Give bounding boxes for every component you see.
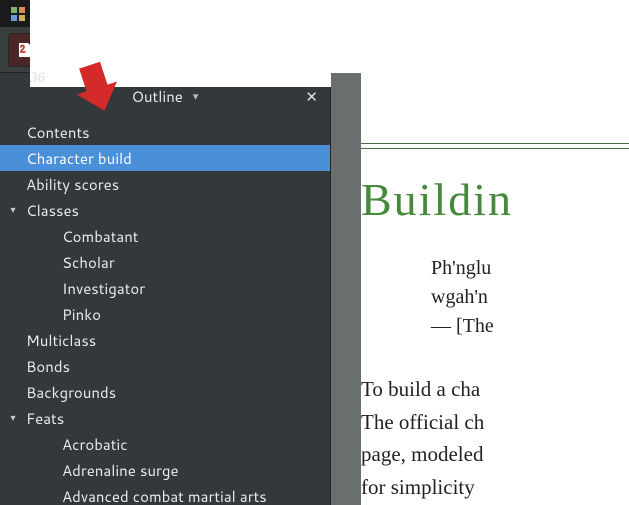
outline-item[interactable]: Acrobatic36 xyxy=(0,431,330,457)
outline-item[interactable]: Ability scores16 xyxy=(0,171,330,197)
side-panel: Outline ▾ ✕ Contents4Character build13Ab… xyxy=(0,73,331,505)
outline-item-label: Adrenaline surge xyxy=(40,460,318,481)
document-view[interactable]: Buildin Ph'nglu wgah'n — [The To build a… xyxy=(331,73,629,505)
outline-item[interactable]: Combatant18 xyxy=(0,223,330,249)
outline-item-label: Scholar xyxy=(40,252,318,273)
chevron-down-icon[interactable]: ▾ xyxy=(193,88,199,104)
outline-item-label: Character build xyxy=(22,148,318,169)
outline-item[interactable]: ▾Classes18 xyxy=(0,197,330,223)
outline-item[interactable]: Pinko24 xyxy=(0,301,330,327)
outline-item[interactable]: Backgrounds31 xyxy=(0,379,330,405)
outline-item-label: Investigator xyxy=(40,278,318,299)
collapse-icon[interactable]: ▾ xyxy=(4,411,22,425)
heading-rule xyxy=(361,148,629,149)
page-heading: Buildin xyxy=(361,173,629,226)
heading-rule xyxy=(361,143,629,144)
outline-item[interactable]: Character build13 xyxy=(0,145,330,171)
collapse-icon[interactable]: ▾ xyxy=(4,203,22,217)
outline-tree: Contents4Character build13Ability scores… xyxy=(0,119,330,505)
outline-item[interactable]: Scholar20 xyxy=(0,249,330,275)
outline-item-label: Backgrounds xyxy=(22,382,318,403)
outline-item[interactable]: Investigator22 xyxy=(0,275,330,301)
outline-item-label: Acrobatic xyxy=(40,434,318,455)
page-content: Buildin Ph'nglu wgah'n — [The To build a… xyxy=(361,73,629,505)
outline-item[interactable]: Adrenaline surge36 xyxy=(0,457,330,483)
outline-item[interactable]: Bonds28 xyxy=(0,353,330,379)
close-sidepanel-button[interactable]: ✕ xyxy=(305,86,318,107)
outline-item[interactable]: Multiclass27 xyxy=(0,327,330,353)
main-area: Outline ▾ ✕ Contents4Character build13Ab… xyxy=(0,73,629,505)
outline-item-label: Bonds xyxy=(22,356,318,377)
activities-icon xyxy=(10,6,26,22)
outline-item[interactable]: Contents4 xyxy=(0,119,330,145)
outline-item-label: Classes xyxy=(22,200,318,221)
outline-item-label: Combatant xyxy=(40,226,318,247)
epigraph: Ph'nglu wgah'n — [The xyxy=(431,254,629,341)
outline-item-label: Feats xyxy=(22,408,318,429)
outline-item-label: Pinko xyxy=(40,304,318,325)
side-panel-title: Outline xyxy=(132,86,183,107)
body-text: To build a cha The official ch page, mod… xyxy=(361,373,629,505)
outline-item-label: Ability scores xyxy=(22,174,318,195)
outline-item-label: Contents xyxy=(22,122,318,143)
outline-item[interactable]: ▾Feats36 xyxy=(0,405,330,431)
outline-item-label: Multiclass xyxy=(22,330,318,351)
outline-item[interactable]: Advanced combat martial arts36 xyxy=(0,483,330,505)
outline-item-label: Advanced combat martial arts xyxy=(40,486,318,505)
